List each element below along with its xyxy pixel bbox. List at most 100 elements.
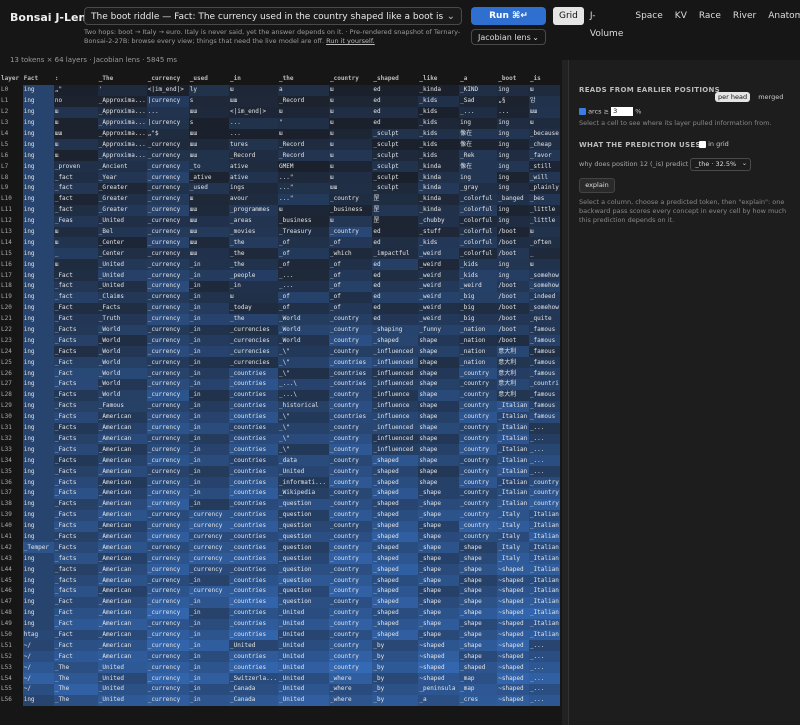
grid-cell[interactable]: _country xyxy=(459,411,498,423)
grid-cell[interactable]: ~shaped xyxy=(418,651,460,663)
grid-cell[interactable]: _shaped xyxy=(372,607,419,619)
grid-cell[interactable]: _Facts xyxy=(53,520,98,532)
grid-cell[interactable]: _where xyxy=(328,694,373,706)
grid-cell[interactable]: _Treasury xyxy=(277,226,329,238)
grid-cell[interactable]: ing xyxy=(22,466,54,478)
grid-cell[interactable]: _country xyxy=(328,618,373,630)
grid-cell[interactable]: _Approxima... xyxy=(97,117,147,129)
grid-cell[interactable]: _... xyxy=(528,651,560,663)
grid-cell[interactable]: _shaped xyxy=(372,629,419,641)
grid-cell[interactable]: shape xyxy=(418,357,460,369)
grid-cell[interactable]: _shaped xyxy=(372,487,419,499)
grid-cell[interactable]: _currency xyxy=(188,509,230,521)
grid-cell[interactable]: _Record xyxy=(277,95,329,107)
grid-cell[interactable]: ա xyxy=(528,117,560,129)
grid-cell[interactable]: _American xyxy=(97,455,147,467)
grid-cell[interactable]: ա xyxy=(328,139,373,151)
grid-cell[interactable]: _countries xyxy=(229,662,278,674)
grid-cell[interactable]: _Fact xyxy=(53,596,98,608)
grid-cell[interactable]: _currency xyxy=(146,313,189,325)
grid-cell[interactable]: ing xyxy=(497,128,529,140)
grid-cell[interactable]: _little xyxy=(528,204,560,216)
grid-cell[interactable]: _currency xyxy=(146,368,189,380)
grid-cell[interactable]: _...\ xyxy=(277,379,329,390)
grid-cell[interactable]: _Italy xyxy=(497,553,529,565)
grid-cell[interactable]: _in xyxy=(188,477,230,488)
grid-cell[interactable]: _fact xyxy=(53,172,98,184)
grid-cell[interactable]: _American xyxy=(97,542,147,554)
grid-cell[interactable]: _countries xyxy=(229,379,278,390)
grid-cell[interactable]: _influenced xyxy=(372,422,419,434)
grid-cell[interactable]: _country xyxy=(328,509,373,521)
grid-cell[interactable]: _kids xyxy=(418,139,460,151)
grid-cell[interactable]: „§ xyxy=(497,95,529,107)
grid-cell[interactable]: _Italian xyxy=(528,564,560,576)
tab-river[interactable]: River xyxy=(727,7,762,25)
grid-cell[interactable]: _shaped xyxy=(372,553,419,565)
grid-cell[interactable]: _in xyxy=(188,400,230,412)
grid-cell[interactable]: _weird xyxy=(418,270,460,282)
grid-cell[interactable]: աա xyxy=(53,128,98,140)
grid-cell[interactable]: _in xyxy=(229,281,278,292)
grid-cell[interactable]: _countries xyxy=(229,498,278,510)
grid-cell[interactable]: _country xyxy=(328,629,373,641)
grid-cell[interactable]: _World xyxy=(97,346,147,358)
grid-cell[interactable]: աա xyxy=(528,106,560,118)
grid-cell[interactable]: _shaped xyxy=(372,575,419,586)
grid-cell[interactable]: _question xyxy=(277,596,329,608)
grid-cell[interactable]: _Italian xyxy=(497,455,529,467)
grid-cell[interactable]: ing xyxy=(22,150,54,162)
grid-cell[interactable]: 像在 xyxy=(459,161,498,173)
grid-cell[interactable]: _countries xyxy=(229,618,278,630)
grid-cell[interactable]: _American xyxy=(97,651,147,663)
grid-cell[interactable]: _business xyxy=(328,204,373,216)
grid-cell[interactable]: _kids xyxy=(418,150,460,162)
grid-cell[interactable]: _... xyxy=(528,683,560,695)
grid-cell[interactable]: _...\ xyxy=(277,389,329,401)
grid-cell[interactable]: _somehow xyxy=(528,281,560,292)
grid-cell[interactable]: _currency xyxy=(146,531,189,543)
grid-cell[interactable]: _Fact xyxy=(53,618,98,630)
grid-cell[interactable]: avour xyxy=(229,193,278,205)
grid-cell[interactable]: ing xyxy=(22,346,54,358)
grid-cell[interactable]: _Italian xyxy=(528,596,560,608)
grid-cell[interactable]: _kids xyxy=(459,270,498,282)
grid-cell[interactable]: _of xyxy=(328,270,373,282)
grid-cell[interactable]: _the xyxy=(229,259,278,271)
grid-cell[interactable]: _currency xyxy=(146,585,189,597)
grid-cell[interactable]: /boot xyxy=(497,291,529,303)
grid-cell[interactable]: _shaped xyxy=(372,542,419,554)
tab-race[interactable]: Race xyxy=(693,7,727,25)
grid-cell[interactable]: _peninsula xyxy=(418,683,460,695)
grid-cell[interactable]: ա xyxy=(328,106,373,118)
grid-cell[interactable]: _The xyxy=(53,662,98,674)
grid-cell[interactable]: ative xyxy=(229,172,278,184)
grid-cell[interactable]: _in xyxy=(188,368,230,380)
grid-cell[interactable]: shape xyxy=(418,335,460,347)
grid-cell[interactable]: ing xyxy=(22,161,54,173)
grid-cell[interactable]: shape xyxy=(418,477,460,488)
grid-cell[interactable]: _colorful xyxy=(459,237,498,249)
grid-cell[interactable]: _Facts xyxy=(53,324,98,336)
grid-cell[interactable]: _currency xyxy=(146,683,189,695)
grid-cell[interactable]: /boot xyxy=(497,302,529,314)
grid-cell[interactable]: ..." xyxy=(277,183,329,194)
grid-cell[interactable]: _influenced xyxy=(372,346,419,358)
grid-cell[interactable]: _big xyxy=(459,302,498,314)
grid-cell[interactable]: _Greater xyxy=(97,183,147,194)
grid-cell[interactable]: _United xyxy=(277,683,329,695)
grid-cell[interactable]: _World xyxy=(97,368,147,380)
grid-cell[interactable]: _in xyxy=(188,346,230,358)
grid-cell[interactable]: ... xyxy=(229,128,278,140)
grid-cell[interactable]: _Canada xyxy=(229,683,278,695)
grid-cell[interactable]: _fact xyxy=(53,193,98,205)
grid-cell[interactable]: _Facts xyxy=(53,542,98,554)
grid-cell[interactable]: ing xyxy=(497,172,529,184)
grid-cell[interactable]: _Fact xyxy=(53,270,98,282)
grid-cell[interactable]: _fact xyxy=(53,291,98,303)
grid-cell[interactable]: _currency xyxy=(146,651,189,663)
grid-cell[interactable]: _currency xyxy=(146,466,189,478)
grid-cell[interactable]: _kinda xyxy=(418,172,460,184)
grid-cell[interactable]: _The xyxy=(53,694,98,706)
token-column-header[interactable]: _like xyxy=(418,71,459,85)
